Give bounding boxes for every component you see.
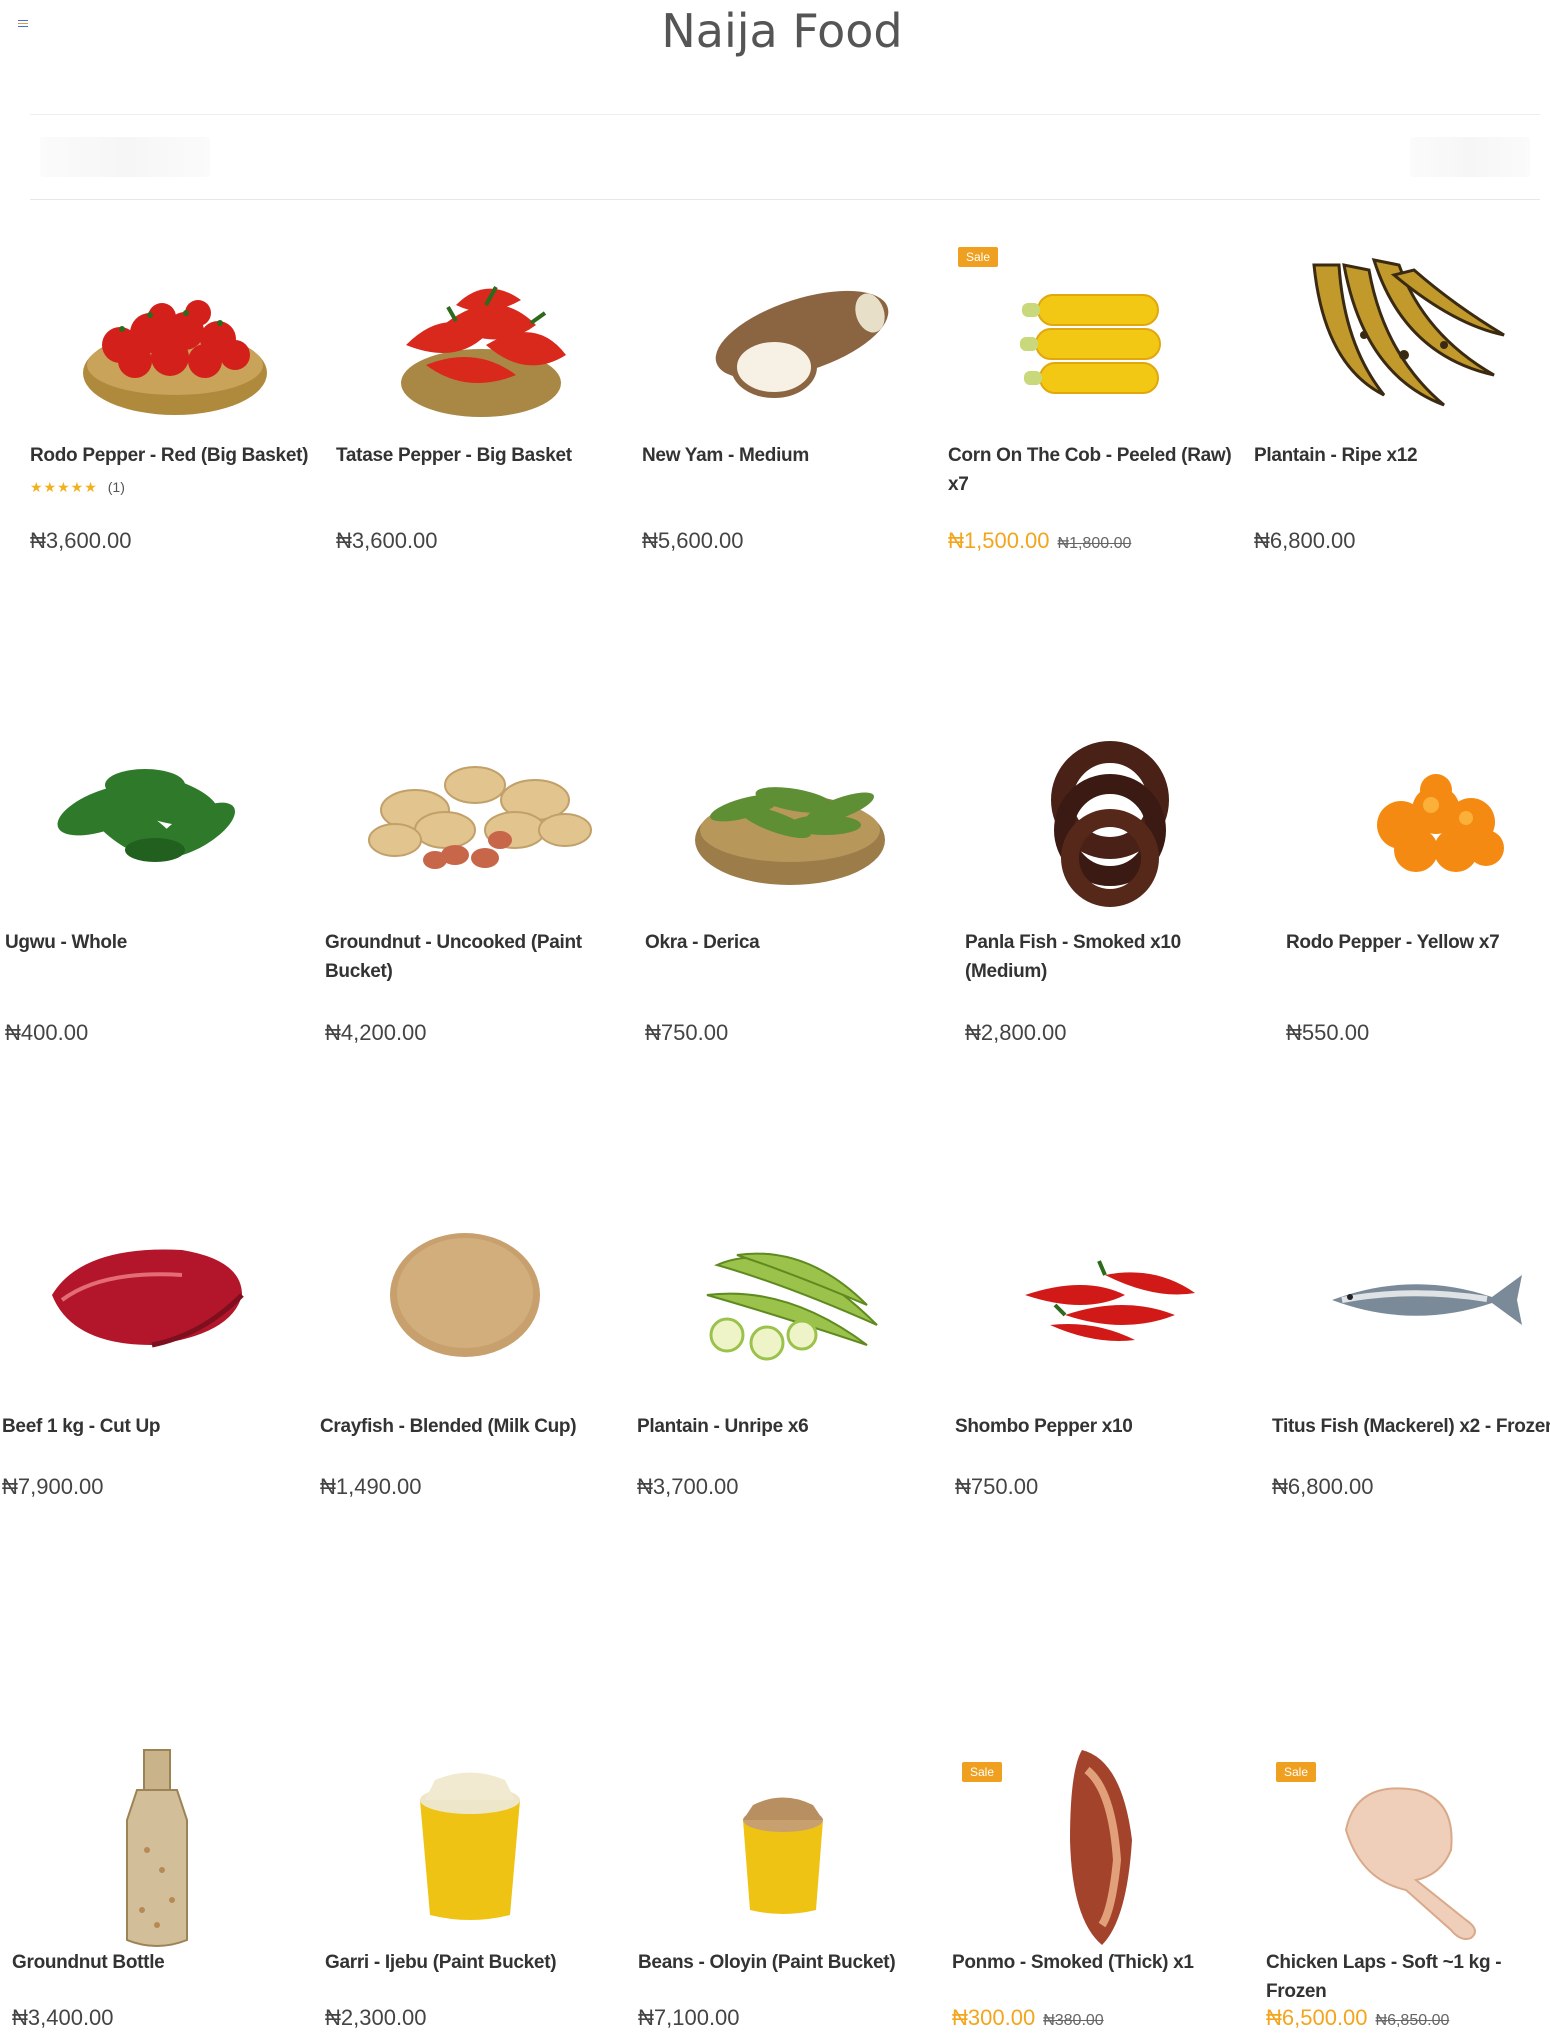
current-price: ₦400.00 <box>5 1020 89 1045</box>
product-image-yellow-peppers[interactable] <box>1286 690 1550 930</box>
product-price: ₦300.00 ₦380.00 <box>952 2005 1104 2031</box>
sale-badge: Sale <box>1276 1762 1317 1782</box>
product-price: ₦3,700.00 <box>637 1474 739 1500</box>
current-price: ₦550.00 <box>1286 1020 1370 1045</box>
product-image-corn[interactable] <box>948 205 1238 445</box>
current-price: ₦7,900.00 <box>2 1474 104 1499</box>
sale-badge: Sale <box>958 247 999 267</box>
current-price: ₦6,800.00 <box>1272 1474 1374 1499</box>
product-name[interactable]: Beef 1 kg - Cut Up <box>2 1412 292 1441</box>
product-image-tatase-peppers-basket[interactable] <box>336 205 626 445</box>
original-price: ₦6,850.00 <box>1375 2012 1450 2029</box>
product-name[interactable]: Plantain - Unripe x6 <box>637 1412 927 1441</box>
current-price: ₦3,700.00 <box>637 1474 739 1499</box>
product-name[interactable]: Plantain - Ripe x12 <box>1254 441 1544 470</box>
product-name[interactable]: Ugwu - Whole <box>5 928 295 957</box>
rating-count: (1) <box>107 479 125 495</box>
product-price: ₦3,600.00 <box>336 528 438 554</box>
product-image-red-peppers-basket[interactable] <box>30 205 320 445</box>
product-name[interactable]: Panla Fish - Smoked x10 (Medium) <box>965 928 1255 986</box>
product-image-okra-basket[interactable] <box>645 690 935 930</box>
product-name[interactable]: Rodo Pepper - Yellow x7 <box>1286 928 1550 957</box>
product-image-mackerel[interactable] <box>1272 1175 1550 1415</box>
product-name[interactable]: Rodo Pepper - Red (Big Basket) <box>30 441 320 470</box>
result-count-placeholder <box>40 137 210 177</box>
product-price: ₦6,800.00 <box>1272 1474 1374 1500</box>
product-image-groundnut-bottle[interactable] <box>12 1720 302 1960</box>
product-price: ₦2,300.00 <box>325 2005 427 2031</box>
product-image-unripe-plantain[interactable] <box>637 1175 927 1415</box>
product-price: ₦750.00 <box>955 1474 1038 1500</box>
product-image-garri-bucket[interactable] <box>325 1720 615 1960</box>
product-price: ₦400.00 <box>5 1020 88 1046</box>
product-price: ₦6,500.00 ₦6,850.00 <box>1266 2005 1449 2031</box>
shop-toolbar <box>30 114 1540 200</box>
product-name[interactable]: Ponmo - Smoked (Thick) x1 <box>952 1948 1242 1977</box>
current-price: ₦6,800.00 <box>1254 528 1356 553</box>
product-name[interactable]: Crayfish - Blended (Milk Cup) <box>320 1412 610 1441</box>
product-image-shombo-pepper[interactable] <box>955 1175 1245 1415</box>
product-price: ₦2,800.00 <box>965 1020 1067 1046</box>
product-price: ₦4,200.00 <box>325 1020 427 1046</box>
product-image-beef[interactable] <box>2 1175 292 1415</box>
current-price: ₦2,800.00 <box>965 1020 1067 1045</box>
current-price: ₦7,100.00 <box>638 2005 740 2030</box>
product-name[interactable]: Titus Fish (Mackerel) x2 - Frozen <box>1272 1412 1550 1441</box>
rating-stars: ★★★★★ <box>30 479 98 495</box>
product-name[interactable]: Chicken Laps - Soft ~1 kg - Frozen <box>1266 1948 1550 2006</box>
current-price: ₦3,400.00 <box>12 2005 114 2030</box>
original-price: ₦1,800.00 <box>1057 535 1132 552</box>
product-name[interactable]: Tatase Pepper - Big Basket <box>336 441 626 470</box>
product-price: ₦6,800.00 <box>1254 528 1356 554</box>
product-name[interactable]: Garri - Ijebu (Paint Bucket) <box>325 1948 615 1977</box>
product-price: ₦7,900.00 <box>2 1474 104 1500</box>
product-name[interactable]: Groundnut - Uncooked (Paint Bucket) <box>325 928 615 986</box>
product-image-ugwu-leaves[interactable] <box>5 690 295 930</box>
product-price: ₦550.00 <box>1286 1020 1369 1046</box>
product-price: ₦5,600.00 <box>642 528 744 554</box>
current-price: ₦3,600.00 <box>336 528 438 553</box>
current-price: ₦4,200.00 <box>325 1020 427 1045</box>
product-image-ripe-plantain[interactable] <box>1254 205 1544 445</box>
current-price: ₦2,300.00 <box>325 2005 427 2030</box>
original-price: ₦380.00 <box>1043 2012 1104 2029</box>
product-price: ₦3,400.00 <box>12 2005 114 2031</box>
product-image-beans-bucket[interactable] <box>638 1720 928 1960</box>
product-name[interactable]: Okra - Derica <box>645 928 935 957</box>
product-price: ₦7,100.00 <box>638 2005 740 2031</box>
product-price: ₦3,600.00 <box>30 528 132 554</box>
product-image-smoked-fish[interactable] <box>965 690 1255 930</box>
current-price: ₦300.00 <box>952 2005 1036 2030</box>
product-name[interactable]: Groundnut Bottle <box>12 1948 302 1977</box>
product-price: ₦1,500.00 ₦1,800.00 <box>948 528 1131 554</box>
sort-dropdown-placeholder[interactable] <box>1410 137 1530 177</box>
current-price: ₦1,490.00 <box>320 1474 422 1499</box>
product-price: ₦750.00 <box>645 1020 728 1046</box>
product-name[interactable]: Shombo Pepper x10 <box>955 1412 1245 1441</box>
product-price: ₦1,490.00 <box>320 1474 422 1500</box>
product-name[interactable]: Corn On The Cob - Peeled (Raw) x7 <box>948 441 1238 499</box>
product-name[interactable]: Beans - Oloyin (Paint Bucket) <box>638 1948 928 1977</box>
sale-badge: Sale <box>962 1762 1003 1782</box>
current-price: ₦3,600.00 <box>30 528 132 553</box>
current-price: ₦5,600.00 <box>642 528 744 553</box>
product-name[interactable]: New Yam - Medium <box>642 441 932 470</box>
current-price: ₦750.00 <box>645 1020 729 1045</box>
current-price: ₦6,500.00 <box>1266 2005 1368 2030</box>
product-image-crayfish-powder[interactable] <box>320 1175 610 1415</box>
product-image-ponmo[interactable] <box>952 1720 1242 1960</box>
product-image-groundnuts[interactable] <box>325 690 615 930</box>
current-price: ₦1,500.00 <box>948 528 1050 553</box>
product-image-yam[interactable] <box>642 205 932 445</box>
current-price: ₦750.00 <box>955 1474 1039 1499</box>
product-rating: ★★★★★ (1) <box>30 479 125 496</box>
product-image-chicken-laps[interactable] <box>1266 1720 1550 1960</box>
site-title[interactable]: Naija Food <box>0 0 1550 62</box>
